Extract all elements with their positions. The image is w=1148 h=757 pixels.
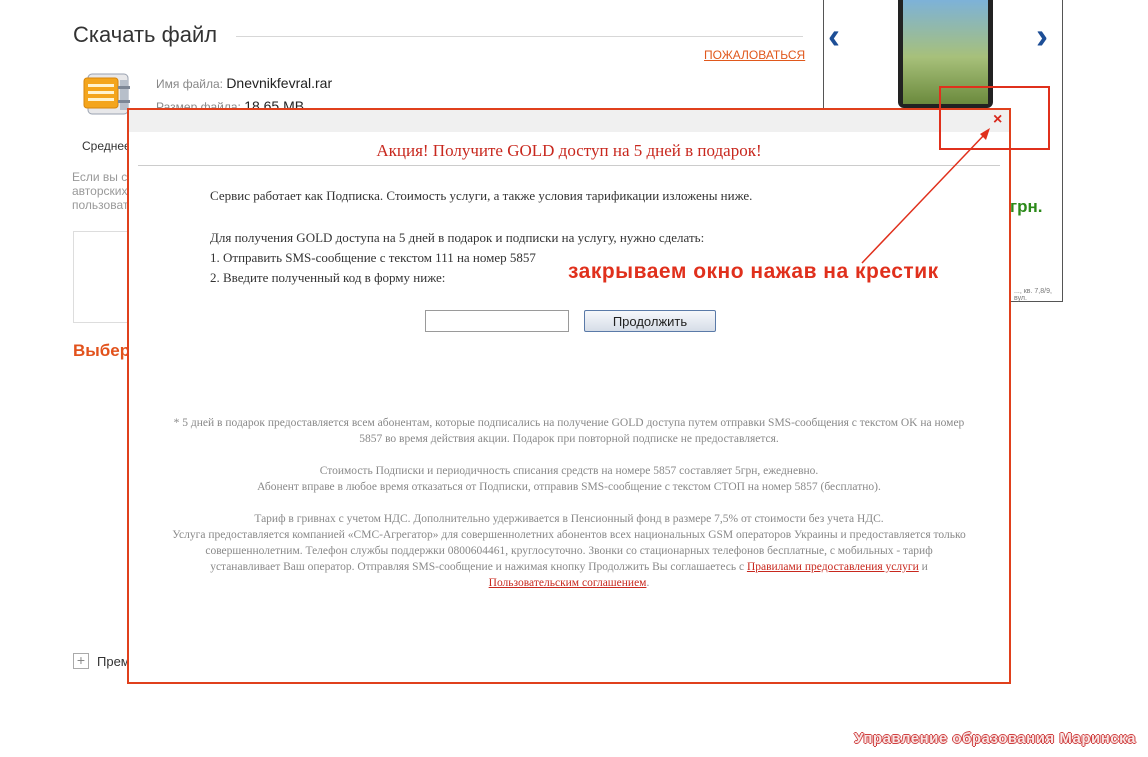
annotation-text: закрываем окно нажав на крестик [568, 260, 939, 283]
annotation-arrow [861, 128, 990, 264]
watermark: Управление образования Маринска [854, 730, 1136, 747]
